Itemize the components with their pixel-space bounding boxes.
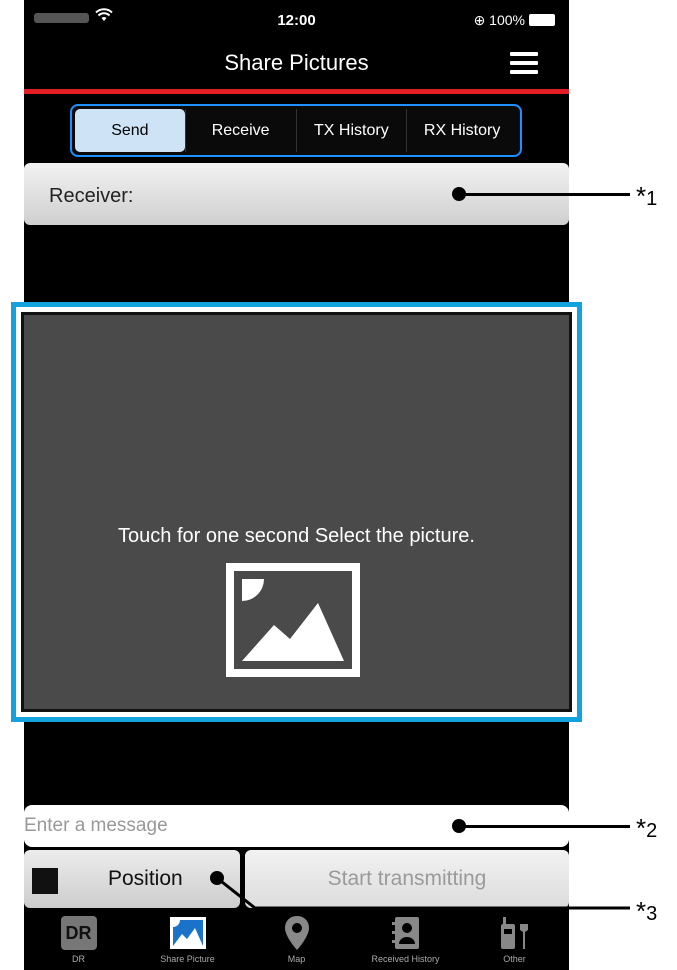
picture-icon: [169, 914, 207, 952]
nav-label-dr: DR: [72, 954, 85, 964]
annotation-line-2: [459, 825, 630, 828]
position-button[interactable]: Position: [24, 850, 240, 908]
receiver-label: Receiver:: [49, 185, 134, 207]
nav-label-share-picture: Share Picture: [160, 954, 215, 964]
nav-item-share-picture[interactable]: Share Picture: [133, 912, 242, 970]
battery-icon: [529, 14, 555, 26]
header-divider: [24, 89, 569, 94]
position-label: Position: [108, 867, 183, 890]
picture-selection-highlight: Touch for one second Select the picture.: [11, 302, 582, 722]
hamburger-menu-icon[interactable]: [510, 52, 538, 74]
nav-item-other[interactable]: Other: [460, 912, 569, 970]
nav-item-received-history[interactable]: Received History: [351, 912, 460, 970]
position-checkbox[interactable]: [32, 868, 58, 894]
annotation-mark-1: *1: [636, 181, 658, 211]
tab-receive[interactable]: Receive: [184, 109, 296, 152]
tab-bar: Send Receive TX History RX History: [70, 104, 522, 157]
nav-item-dr[interactable]: DR DR: [24, 912, 133, 970]
nav-label-map: Map: [287, 954, 306, 964]
nav-label-received-history: Received History: [371, 954, 440, 964]
annotation-mark-2: *2: [636, 813, 658, 843]
tab-rx-history[interactable]: RX History: [406, 109, 517, 152]
image-placeholder-icon: [226, 563, 360, 677]
status-bar: 12:00 ⊕ 100%: [24, 0, 569, 40]
tab-tx-history[interactable]: TX History: [295, 109, 407, 152]
bottom-nav: DR DR Share Picture Map Received History: [24, 912, 569, 970]
annotation-line-3: [216, 876, 630, 910]
annotation-mark-3: *3: [636, 896, 658, 926]
picture-prompt: Touch for one second Select the picture.: [118, 525, 475, 547]
nav-label-other: Other: [503, 954, 526, 964]
nav-item-map[interactable]: Map: [242, 912, 351, 970]
battery-percent: ⊕ 100%: [473, 12, 525, 28]
dr-icon: DR: [60, 914, 97, 952]
picture-select-area[interactable]: Touch for one second Select the picture.: [21, 312, 572, 712]
tab-send[interactable]: Send: [75, 109, 185, 152]
annotation-line-1: [459, 193, 630, 196]
page-title: Share Pictures: [224, 50, 369, 75]
dr-icon-glyph: DR: [60, 916, 97, 950]
